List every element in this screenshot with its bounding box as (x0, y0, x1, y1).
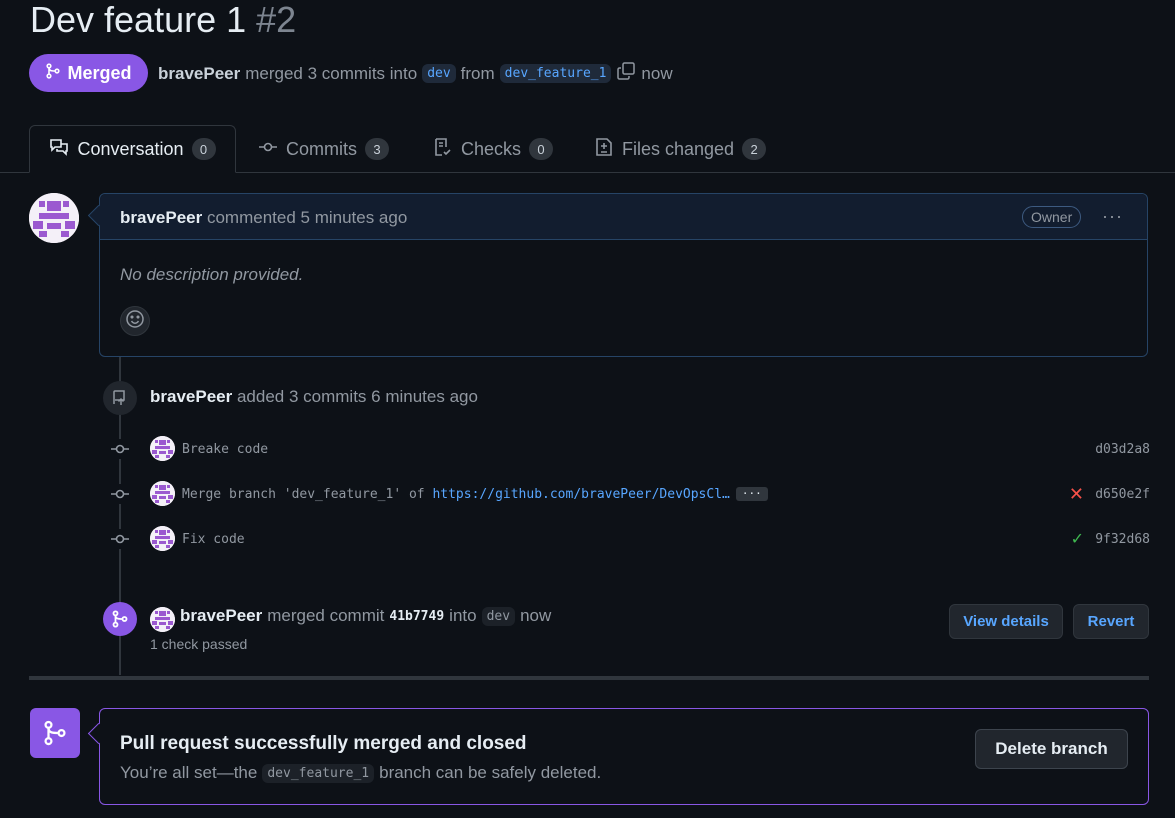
git-merge-icon (30, 708, 80, 758)
tab-count: 0 (191, 138, 216, 160)
commit-message-link[interactable]: https://github.com/bravePeer/DevOpsCl… (432, 487, 729, 502)
comment-meta: bravePeer commented 5 minutes ago (120, 208, 407, 228)
tab-checks[interactable]: Checks 0 (433, 125, 554, 173)
delete-branch-button[interactable]: Delete branch (975, 729, 1128, 769)
comment-discussion-icon (49, 137, 69, 162)
checks-status[interactable]: 1 check passed (150, 636, 247, 652)
merged-state-badge: Merged (29, 54, 148, 92)
commit-sha[interactable]: d03d2a8 (1095, 442, 1150, 457)
tab-files-changed[interactable]: Files changed 2 (594, 125, 767, 173)
tab-conversation[interactable]: Conversation 0 (29, 125, 236, 173)
merged-event: bravePeer merged commit 41b7749 into dev… (180, 606, 551, 626)
merge-status-box: Pull request successfully merged and clo… (87, 708, 1149, 805)
pr-number: #2 (256, 0, 297, 40)
tab-count: 3 (365, 138, 389, 160)
check-success-icon[interactable]: ✓ (1071, 529, 1084, 549)
commit-sha[interactable]: d650e2f (1095, 487, 1150, 502)
tab-label: Conversation (77, 138, 184, 159)
revert-button[interactable]: Revert (1073, 604, 1149, 639)
pr-author-link[interactable]: bravePeer (158, 64, 240, 84)
subtitle-before: You’re all set—the (120, 763, 258, 782)
commit-message: Merge branch 'dev_feature_1' of https://… (182, 487, 768, 502)
git-commit-icon (110, 484, 130, 504)
tab-label: Files changed (622, 138, 735, 159)
merge-commit-sha[interactable]: 41b7749 (389, 609, 444, 624)
smiley-icon (125, 309, 145, 334)
merge-when: now (520, 606, 552, 625)
deletable-branch[interactable]: dev_feature_1 (262, 763, 375, 783)
pr-title-text: Dev feature 1 (30, 0, 247, 40)
copy-icon[interactable] (616, 61, 636, 86)
merge-phrase: merged commit (267, 606, 385, 625)
tab-count: 2 (742, 138, 767, 160)
commit-row: Fix code ✓ 9f32d68 (110, 526, 1150, 552)
event-author[interactable]: bravePeer (180, 606, 262, 626)
repo-push-icon (103, 381, 137, 415)
comment-author[interactable]: bravePeer (120, 208, 202, 227)
owner-badge: Owner (1022, 206, 1082, 228)
tab-commits[interactable]: Commits 3 (258, 125, 389, 173)
subtitle-after: branch can be safely deleted. (379, 763, 602, 782)
comment-header: bravePeer commented 5 minutes ago Owner … (100, 194, 1147, 240)
added-commits-event: bravePeer added 3 commits 6 minutes ago (150, 387, 478, 407)
event-text: added 3 commits 6 minutes ago (236, 387, 478, 406)
git-commit-icon (110, 529, 130, 549)
commit-sha[interactable]: 9f32d68 (1095, 532, 1150, 547)
comment-action[interactable]: commented 5 minutes ago (207, 208, 407, 227)
commit-row: Breake code d03d2a8 (110, 436, 1150, 462)
merge-status-subtitle: You’re all set—the dev_feature_1 branch … (120, 763, 601, 783)
avatar[interactable] (150, 526, 175, 551)
state-label: Merged (67, 62, 132, 83)
comment-body: No description provided. (120, 265, 304, 284)
into-word: into (449, 606, 477, 625)
commit-message-text[interactable]: Merge branch 'dev_feature_1' of (182, 487, 432, 502)
box-pointer (87, 722, 110, 745)
pr-description-comment: bravePeer commented 5 minutes ago Owner … (87, 193, 1148, 357)
git-commit-icon (258, 137, 278, 162)
avatar[interactable] (150, 481, 175, 506)
tab-label: Checks (461, 138, 522, 159)
x-fail-icon[interactable]: ✕ (1069, 484, 1084, 505)
git-merge-icon (103, 602, 137, 636)
timeline-divider (29, 676, 1149, 680)
expand-message-button[interactable]: ··· (735, 487, 768, 501)
avatar[interactable] (150, 607, 175, 632)
tab-count: 0 (529, 138, 554, 160)
pr-meta: bravePeer merged 3 commits into dev from… (158, 61, 673, 86)
avatar[interactable] (150, 436, 175, 461)
tab-label: Commits (286, 138, 357, 159)
commit-row: Merge branch 'dev_feature_1' of https://… (110, 481, 1150, 507)
view-details-button[interactable]: View details (949, 604, 1063, 639)
commit-message[interactable]: Fix code (182, 532, 245, 547)
base-branch[interactable]: dev (422, 64, 456, 83)
commit-message[interactable]: Breake code (182, 442, 268, 457)
pr-title: Dev feature 1 #2 (30, 0, 296, 40)
git-commit-icon (110, 439, 130, 459)
git-merge-icon (45, 62, 61, 84)
file-diff-icon (594, 137, 614, 162)
add-reaction-button[interactable] (120, 306, 150, 336)
merge-status-title: Pull request successfully merged and clo… (120, 733, 527, 754)
kebab-horizontal-icon[interactable]: ··· (1102, 206, 1123, 227)
merge-phrase: merged 3 commits into (245, 63, 418, 83)
event-author[interactable]: bravePeer (150, 387, 232, 406)
pr-when: now (641, 63, 673, 83)
avatar[interactable] (29, 193, 79, 243)
from-word: from (460, 63, 495, 83)
head-branch[interactable]: dev_feature_1 (499, 64, 612, 83)
target-branch[interactable]: dev (481, 606, 516, 626)
checklist-icon (433, 137, 453, 162)
